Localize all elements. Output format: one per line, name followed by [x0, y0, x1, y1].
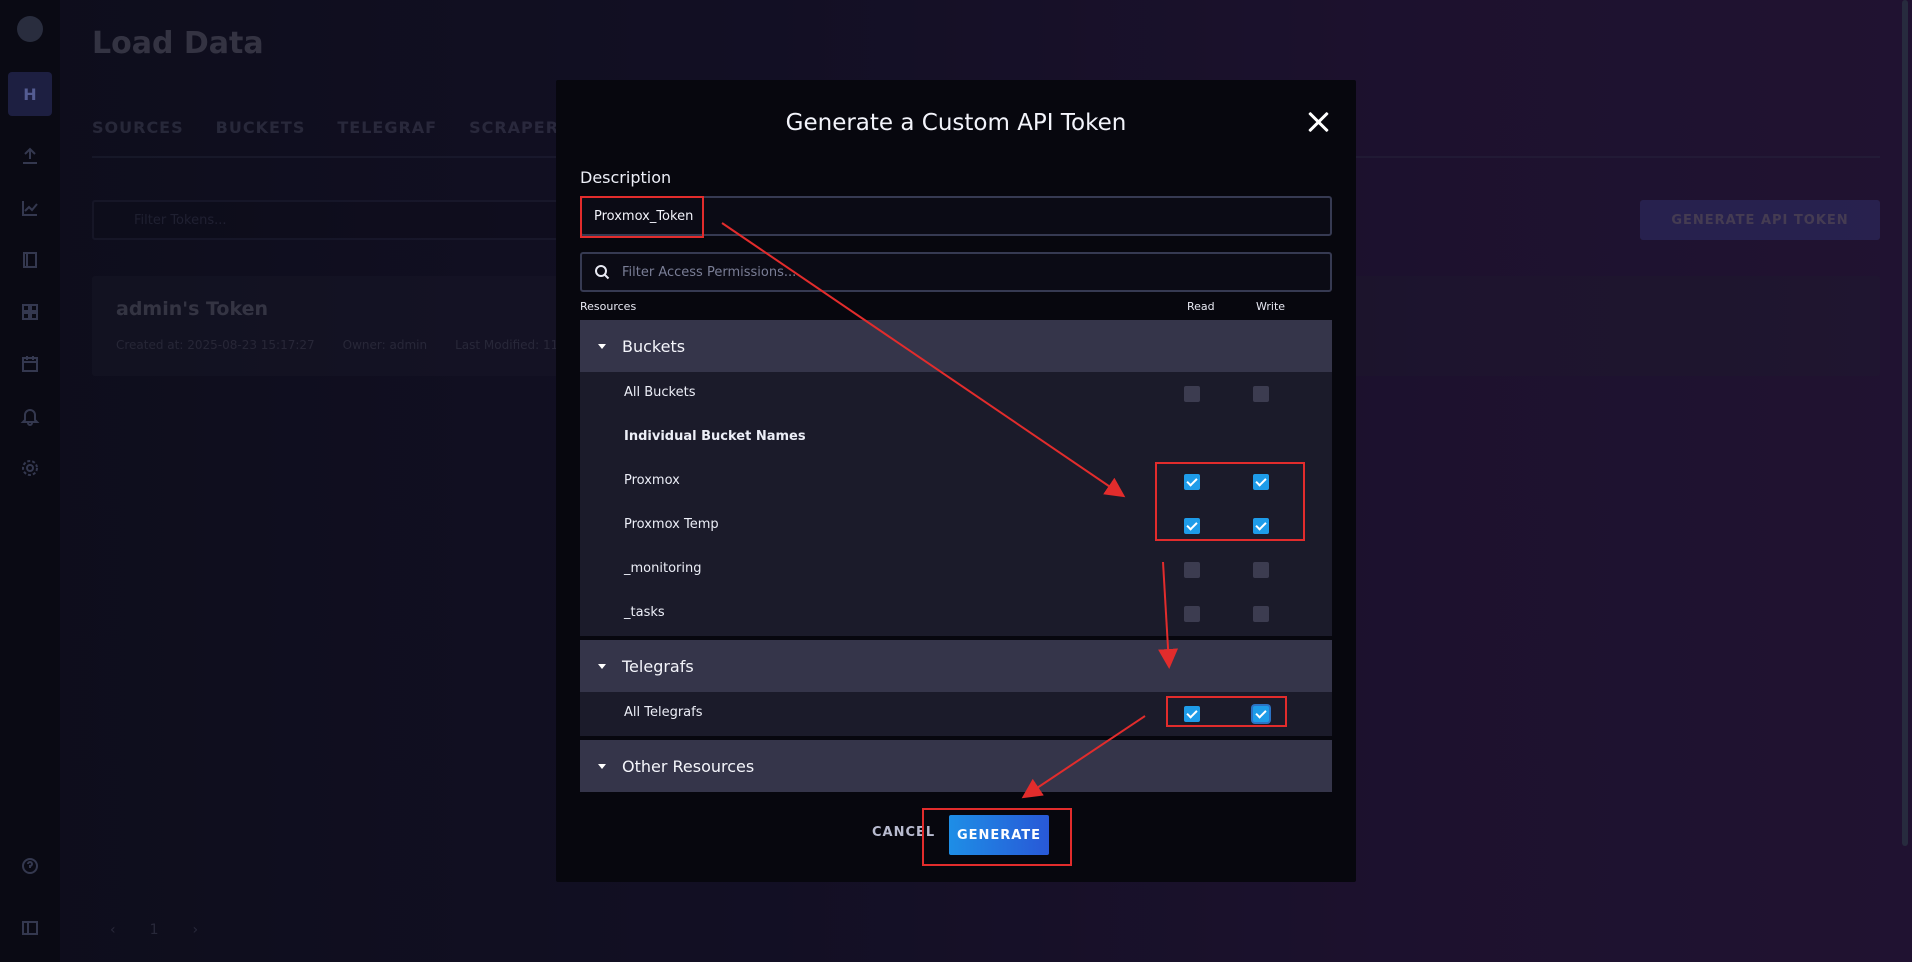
resource-row: All Telegrafs — [580, 692, 1332, 736]
section-telegrafs[interactable]: Telegrafs — [580, 640, 1332, 692]
individual-bucket-heading: Individual Bucket Names — [624, 429, 806, 444]
section-title: Other Resources — [622, 756, 755, 776]
chevron-down-icon — [598, 763, 606, 769]
cancel-button[interactable]: CANCEL — [872, 825, 935, 840]
write-checkbox[interactable] — [1253, 706, 1269, 722]
read-checkbox[interactable] — [1184, 386, 1200, 402]
section-buckets[interactable]: Buckets — [580, 320, 1332, 372]
resource-label: _monitoring — [624, 561, 702, 576]
resource-label: Proxmox — [624, 473, 680, 488]
search-icon — [595, 265, 610, 280]
write-checkbox[interactable] — [1253, 474, 1269, 490]
filter-permissions-input[interactable] — [622, 254, 1322, 290]
resource-label: All Buckets — [624, 385, 696, 400]
generate-token-dialog: Generate a Custom API Token Description … — [556, 80, 1356, 882]
resource-label: All Telegrafs — [624, 705, 703, 720]
description-input[interactable] — [580, 196, 1332, 236]
resource-label: _tasks — [624, 605, 665, 620]
write-checkbox[interactable] — [1253, 518, 1269, 534]
resource-row: Proxmox Temp — [580, 504, 1332, 548]
read-checkbox[interactable] — [1184, 606, 1200, 622]
read-checkbox[interactable] — [1184, 474, 1200, 490]
resource-label: Proxmox Temp — [624, 517, 719, 532]
write-checkbox[interactable] — [1253, 562, 1269, 578]
resource-row: Proxmox — [580, 460, 1332, 504]
chevron-down-icon — [598, 663, 606, 669]
resource-row: Individual Bucket Names — [580, 416, 1332, 460]
dialog-title: Generate a Custom API Token — [785, 110, 1127, 136]
close-icon[interactable] — [1306, 110, 1330, 134]
generate-label: GENERATE — [956, 827, 1042, 843]
section-title: Telegrafs — [622, 656, 694, 676]
section-title: Buckets — [622, 336, 686, 356]
write-checkbox[interactable] — [1253, 386, 1269, 402]
resource-row: _tasks — [580, 592, 1332, 636]
description-label: Description — [580, 168, 672, 187]
read-checkbox[interactable] — [1184, 562, 1200, 578]
resource-row: All Buckets — [580, 372, 1332, 416]
telegrafs-body: All Telegrafs — [580, 692, 1332, 736]
read-column-label: Read — [1187, 300, 1215, 313]
permissions-header: Resources Read Write — [580, 300, 1332, 320]
generate-button[interactable]: GENERATE — [949, 815, 1049, 855]
read-checkbox[interactable] — [1184, 518, 1200, 534]
dialog-footer: CANCEL GENERATE — [556, 815, 1356, 855]
resources-column-label: Resources — [580, 300, 637, 313]
chevron-down-icon — [598, 343, 606, 349]
buckets-body: All Buckets Individual Bucket Names Prox… — [580, 372, 1332, 636]
filter-permissions-field[interactable] — [580, 252, 1332, 292]
write-checkbox[interactable] — [1253, 606, 1269, 622]
resource-row: _monitoring — [580, 548, 1332, 592]
read-checkbox[interactable] — [1184, 706, 1200, 722]
write-column-label: Write — [1256, 300, 1286, 313]
section-other-resources[interactable]: Other Resources — [580, 740, 1332, 792]
